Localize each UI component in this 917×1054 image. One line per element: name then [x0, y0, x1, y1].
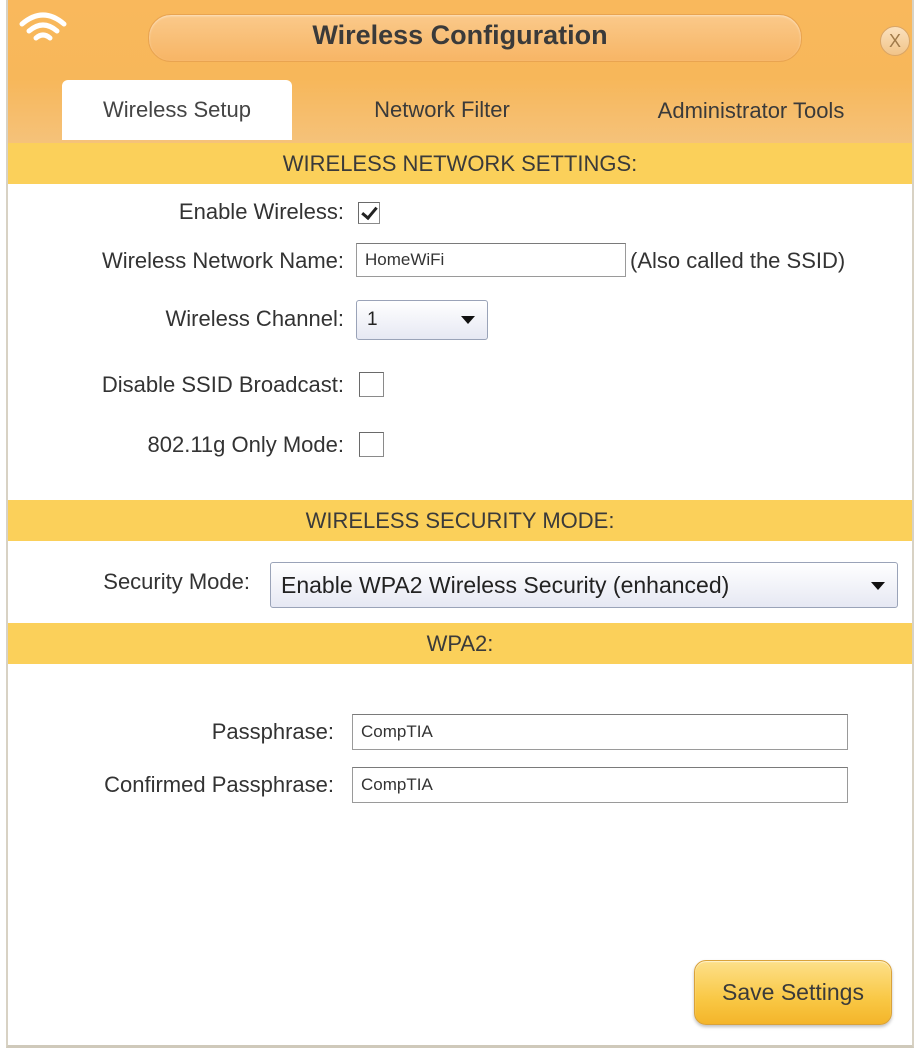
channel-value: 1 [367, 309, 378, 330]
tab-wireless-setup[interactable]: Wireless Setup [62, 80, 292, 140]
tab-network-filter[interactable]: Network Filter [328, 80, 556, 140]
close-button[interactable]: X [880, 26, 910, 56]
save-settings-button[interactable]: Save Settings [694, 960, 892, 1025]
channel-label: Wireless Channel: [165, 306, 344, 331]
ssid-hint: (Also called the SSID) [630, 248, 846, 273]
passphrase-input[interactable] [352, 714, 848, 750]
window-title: Wireless Configuration [312, 20, 608, 50]
chevron-down-icon [461, 316, 475, 324]
wpa2-heading: WPA2: [8, 623, 912, 664]
confirm-passphrase-input[interactable] [352, 767, 848, 803]
enable-wireless-checkbox[interactable] [358, 202, 380, 224]
wireless-config-window: Wireless Configuration X Wireless Setup … [6, 0, 914, 1048]
disable-ssid-checkbox[interactable] [359, 372, 384, 397]
confirm-passphrase-label: Confirmed Passphrase: [104, 772, 334, 797]
tab-administrator-tools[interactable]: Administrator Tools [616, 80, 886, 140]
channel-select[interactable]: 1 [356, 300, 488, 340]
disable-ssid-label: Disable SSID Broadcast: [101, 372, 344, 397]
security-mode-select[interactable]: Enable WPA2 Wireless Security (enhanced) [270, 562, 898, 608]
g-only-checkbox[interactable] [359, 432, 384, 457]
network-name-label: Wireless Network Name: [101, 248, 344, 273]
network-name-input[interactable] [356, 243, 626, 277]
security-mode-heading: WIRELESS SECURITY MODE: [8, 500, 912, 541]
tab-bar: Wireless Setup Network Filter Administra… [8, 80, 912, 140]
network-settings-heading: WIRELESS NETWORK SETTINGS: [8, 143, 912, 184]
security-mode-label: Security Mode: [103, 569, 250, 594]
window-header: Wireless Configuration X Wireless Setup … [8, 0, 912, 143]
security-mode-value: Enable WPA2 Wireless Security (enhanced) [281, 572, 730, 598]
passphrase-label: Passphrase: [211, 719, 334, 744]
enable-wireless-label: Enable Wireless: [178, 199, 344, 224]
chevron-down-icon [871, 582, 885, 590]
g-only-label: 802.11g Only Mode: [147, 432, 345, 457]
